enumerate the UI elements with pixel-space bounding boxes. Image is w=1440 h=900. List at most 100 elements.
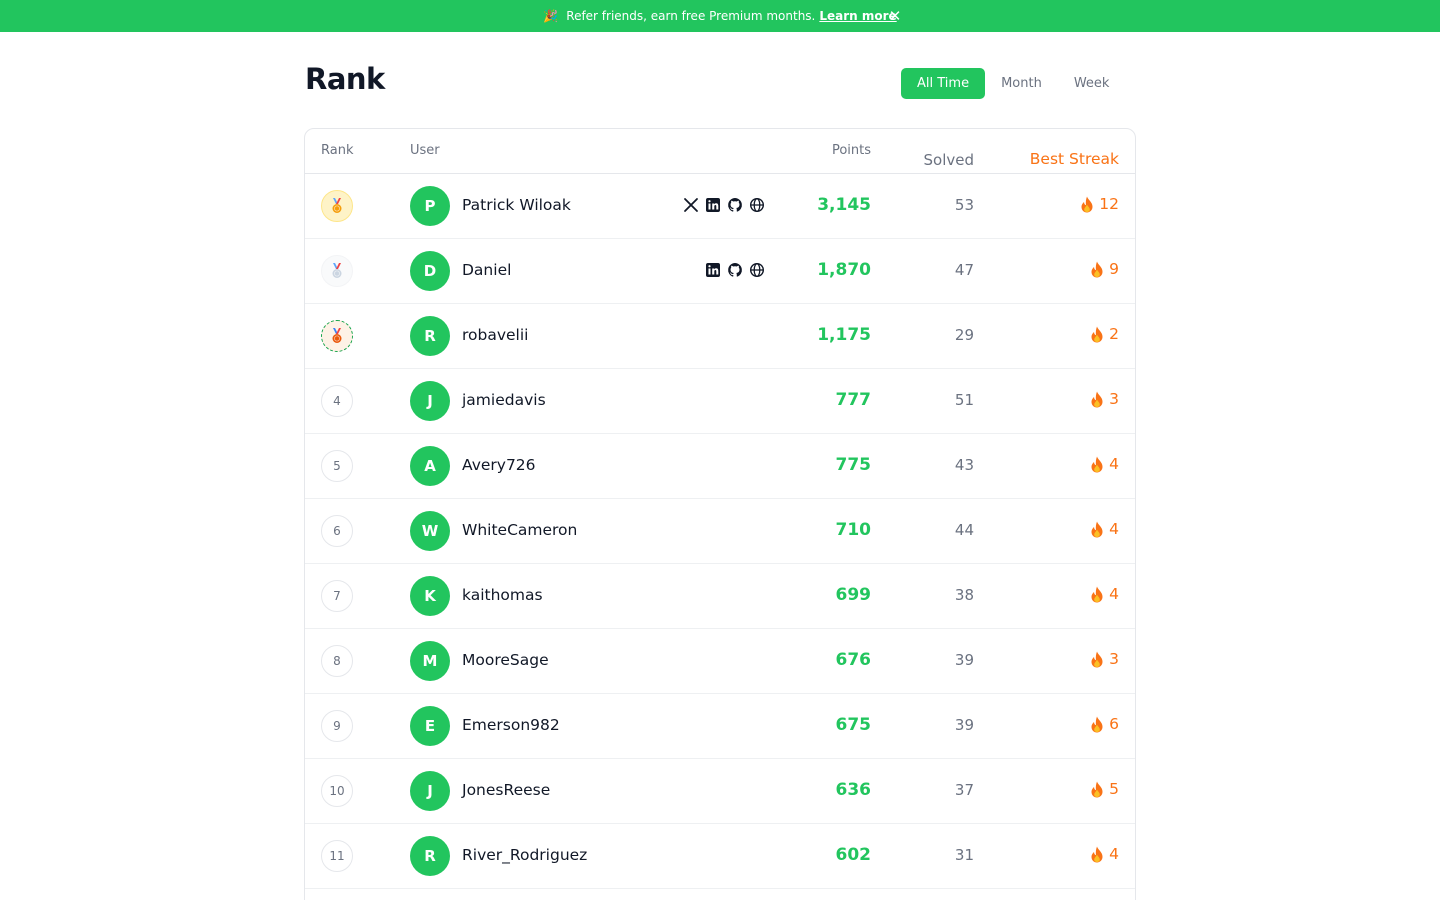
username[interactable]: Patrick Wiloak <box>462 196 571 214</box>
best-streak: 9 <box>1090 260 1119 278</box>
table-row[interactable]: 11 R River_Rodriguez 602 31 4 <box>305 824 1135 889</box>
username[interactable]: River_Rodriguez <box>462 846 587 864</box>
best-streak: 2 <box>1090 325 1119 343</box>
streak-value: 5 <box>1109 780 1119 798</box>
best-streak: 6 <box>1090 715 1119 733</box>
column-header-best-streak[interactable]: Best Streak <box>1030 150 1119 168</box>
rank-number: 10 <box>321 775 353 807</box>
rank-number: 5 <box>321 450 353 482</box>
solved-value: 53 <box>954 196 974 214</box>
close-icon[interactable]: ✕ <box>887 7 903 25</box>
linkedin-icon[interactable] <box>705 197 721 213</box>
globe-icon[interactable] <box>749 262 765 278</box>
solved-value: 51 <box>954 391 974 409</box>
username[interactable]: kaithomas <box>462 586 543 604</box>
rank-number: 7 <box>321 580 353 612</box>
avatar[interactable]: A <box>410 446 450 486</box>
best-streak: 3 <box>1090 390 1119 408</box>
social-links <box>683 197 765 213</box>
table-row[interactable]: 8 M MooreSage 676 39 3 <box>305 629 1135 694</box>
avatar[interactable]: P <box>410 186 450 226</box>
period-tabs: All Time Month Week <box>901 68 1125 99</box>
table-body: P Patrick Wiloak 3,145 53 12 D Daniel 1,870 47 9 R… <box>305 174 1135 889</box>
learn-more-link[interactable]: Learn more <box>819 9 896 23</box>
column-header-user: User <box>410 143 440 158</box>
points-value: 636 <box>835 780 872 800</box>
column-header-solved[interactable]: Solved <box>924 151 975 169</box>
banner-text: Refer friends, earn free Premium months. <box>566 9 816 23</box>
page-title: Rank <box>305 62 385 96</box>
streak-value: 4 <box>1109 520 1119 538</box>
leaderboard-table: Rank User Points Solved Best Streak P Pat… <box>304 128 1136 900</box>
points-value: 710 <box>835 520 872 540</box>
globe-icon[interactable] <box>749 197 765 213</box>
table-row[interactable]: D Daniel 1,870 47 9 <box>305 239 1135 304</box>
streak-value: 4 <box>1109 585 1119 603</box>
streak-value: 3 <box>1109 650 1119 668</box>
avatar[interactable]: R <box>410 836 450 876</box>
streak-value: 6 <box>1109 715 1119 733</box>
table-row[interactable]: 10 J JonesReese 636 37 5 <box>305 759 1135 824</box>
points-value: 602 <box>835 845 872 865</box>
points-value: 3,145 <box>817 195 871 215</box>
streak-value: 2 <box>1109 325 1119 343</box>
rank-number: 9 <box>321 710 353 742</box>
avatar[interactable]: D <box>410 251 450 291</box>
period-tab-all-time[interactable]: All Time <box>901 68 986 99</box>
avatar[interactable]: E <box>410 706 450 746</box>
rank-number: 6 <box>321 515 353 547</box>
username[interactable]: MooreSage <box>462 651 549 669</box>
github-icon[interactable] <box>727 262 743 278</box>
table-row[interactable]: 7 Kkaithomas 699 38 4 <box>305 564 1135 629</box>
flame-icon <box>1090 846 1104 863</box>
avatar[interactable]: M <box>410 641 450 681</box>
points-value: 1,870 <box>817 260 871 280</box>
period-tab-month[interactable]: Month <box>985 68 1058 99</box>
flame-icon <box>1080 196 1094 213</box>
solved-value: 37 <box>954 781 974 799</box>
table-row[interactable]: Rrobavelii 1,175 29 2 <box>305 304 1135 369</box>
streak-value: 4 <box>1109 455 1119 473</box>
solved-value: 29 <box>954 326 974 344</box>
rank-number: 11 <box>321 840 353 872</box>
best-streak: 4 <box>1090 585 1119 603</box>
streak-value: 3 <box>1109 390 1119 408</box>
avatar[interactable]: K <box>410 576 450 616</box>
x-icon[interactable] <box>683 197 699 213</box>
table-row[interactable]: 9 E Emerson982 675 39 6 <box>305 694 1135 759</box>
username[interactable]: JonesReese <box>462 781 550 799</box>
table-row[interactable]: 6 W WhiteCameron 710 44 4 <box>305 499 1135 564</box>
best-streak: 4 <box>1090 520 1119 538</box>
flame-icon <box>1090 391 1104 408</box>
column-header-rank: Rank <box>321 143 354 158</box>
linkedin-icon[interactable] <box>705 262 721 278</box>
username[interactable]: WhiteCameron <box>462 521 577 539</box>
period-tab-week[interactable]: Week <box>1058 68 1126 99</box>
username[interactable]: robavelii <box>462 326 528 344</box>
avatar[interactable]: J <box>410 771 450 811</box>
username[interactable]: Emerson982 <box>462 716 560 734</box>
solved-value: 38 <box>954 586 974 604</box>
column-header-points[interactable]: Points <box>832 143 871 158</box>
github-icon[interactable] <box>727 197 743 213</box>
avatar[interactable]: J <box>410 381 450 421</box>
streak-value: 12 <box>1099 195 1119 213</box>
party-popper-icon: 🎉 <box>543 9 559 23</box>
username[interactable]: Avery726 <box>462 456 536 474</box>
username[interactable]: Daniel <box>462 261 511 279</box>
avatar[interactable]: W <box>410 511 450 551</box>
username[interactable]: jamiedavis <box>462 391 546 409</box>
flame-icon <box>1090 651 1104 668</box>
best-streak: 3 <box>1090 650 1119 668</box>
table-row[interactable]: 4 Jjamiedavis 777 51 3 <box>305 369 1135 434</box>
table-row[interactable]: P Patrick Wiloak 3,145 53 12 <box>305 174 1135 239</box>
best-streak: 4 <box>1090 455 1119 473</box>
points-value: 775 <box>835 455 872 475</box>
flame-icon <box>1090 261 1104 278</box>
points-value: 676 <box>835 650 872 670</box>
table-row[interactable]: 5 A Avery726 775 43 4 <box>305 434 1135 499</box>
flame-icon <box>1090 586 1104 603</box>
flame-icon <box>1090 716 1104 733</box>
rank-number: 8 <box>321 645 353 677</box>
avatar[interactable]: R <box>410 316 450 356</box>
